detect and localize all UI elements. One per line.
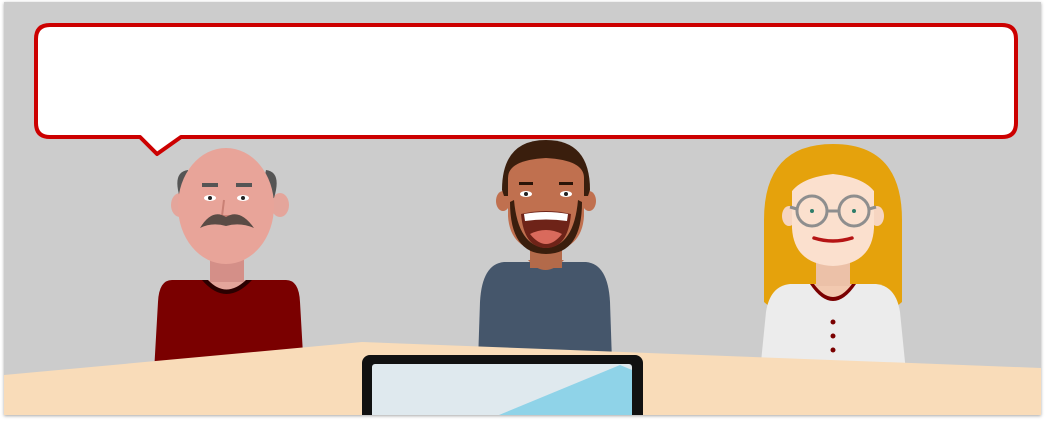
person-woman-glasses (760, 144, 906, 372)
shirt-button (830, 319, 836, 325)
speech-bubble-text (54, 40, 1004, 120)
person-bearded-man (478, 140, 612, 362)
meeting-scene (4, 2, 1041, 415)
left-person-head (178, 148, 274, 264)
laptop (362, 355, 643, 415)
shirt-button (830, 333, 836, 339)
shirt-button (830, 347, 836, 353)
person-bald-man (154, 148, 304, 372)
middle-person-shirt (478, 262, 612, 362)
